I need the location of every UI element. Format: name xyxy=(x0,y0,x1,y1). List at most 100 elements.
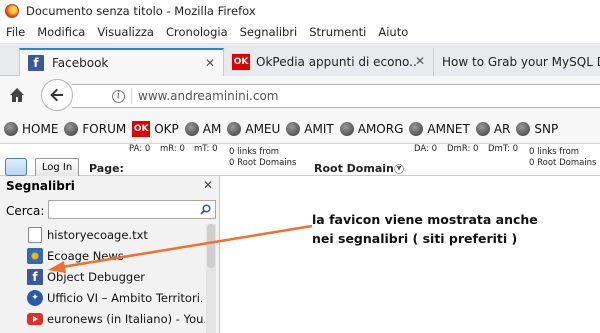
ecoage-icon xyxy=(27,247,43,264)
seo-toolbar: Log In Page: PA: 0 mR: 0 mT: 0 0 links f… xyxy=(0,144,600,178)
bookmark-item[interactable]: euronews (in Italiano) - You... xyxy=(0,308,205,329)
bookmark-amit[interactable]: AMIT xyxy=(286,121,334,136)
navigation-bar: i www.andreaminini.com xyxy=(0,76,600,114)
pa-value: PA: 0 xyxy=(129,144,151,154)
globe-icon xyxy=(227,121,242,136)
bookmark-item[interactable]: historyecoage.txt xyxy=(0,224,205,245)
mt-value: mT: 0 xyxy=(194,144,218,154)
close-icon[interactable]: ✕ xyxy=(203,178,213,192)
ok-icon: OK xyxy=(232,54,250,70)
bookmark-home[interactable]: HOME xyxy=(4,121,59,136)
menu-aiuto[interactable]: Aiuto xyxy=(378,25,408,39)
bookmark-label: AMIT xyxy=(304,121,334,136)
bookmark-label: euronews (in Italiano) - You... xyxy=(47,311,205,326)
annotation-line: nei segnalibri ( siti preferiti ) xyxy=(312,231,518,246)
tab-label: Facebook xyxy=(52,56,109,70)
mr-value: mR: 0 xyxy=(160,144,185,154)
bookmark-okp[interactable]: OK OKP xyxy=(132,120,179,137)
home-icon[interactable] xyxy=(8,86,26,104)
bookmark-ar[interactable]: AR xyxy=(475,121,511,136)
bookmark-label: Ufficio VI – Ambito Territori... xyxy=(47,290,202,305)
bookmark-label: historyecoage.txt xyxy=(47,227,148,242)
bookmark-label: AM xyxy=(202,121,222,136)
login-button[interactable]: Log In xyxy=(35,158,79,178)
bookmark-item[interactable]: f Object Debugger xyxy=(0,266,205,287)
bookmark-label: AMEU xyxy=(245,121,281,136)
close-icon[interactable]: ✕ xyxy=(205,56,215,70)
globe-icon xyxy=(409,121,424,136)
menu-segnalibri[interactable]: Segnalibri xyxy=(240,25,298,39)
ok-icon: OK xyxy=(132,120,151,137)
bookmark-label: AMNET xyxy=(427,121,470,136)
menu-bar: File Modifica Visualizza Cronologia Segn… xyxy=(0,21,600,42)
search-icon xyxy=(200,204,211,215)
bookmark-item[interactable]: Ecoage News xyxy=(0,245,205,266)
url-bar[interactable]: i www.andreaminini.com xyxy=(72,84,600,108)
bookmark-am[interactable]: AM xyxy=(184,121,222,136)
globe-icon xyxy=(475,121,490,136)
bookmark-label: OKP xyxy=(154,121,179,136)
tab-label: OkPedia appunti di econo... xyxy=(256,55,416,69)
root-domain-label: Root Domain xyxy=(314,162,394,175)
youtube-icon xyxy=(27,312,43,325)
annotation-line: la favicon viene mostrata anche xyxy=(312,212,538,227)
bookmarks-sidebar: Segnalibri ✕ Cerca: historyecoage.txt Ec… xyxy=(0,176,220,333)
links-from: 0 links from xyxy=(529,147,580,157)
bookmark-label: AR xyxy=(493,121,511,136)
tab-strip: f Facebook ✕ OK OkPedia appunti di econo… xyxy=(0,43,600,76)
menu-visualizza[interactable]: Visualizza xyxy=(97,25,154,39)
bookmark-amorg[interactable]: AMORG xyxy=(339,121,404,136)
globe-icon xyxy=(516,121,531,136)
window-title: Documento senza titolo - Mozilla Firefox xyxy=(26,3,256,18)
search-label: Cerca: xyxy=(6,204,45,218)
back-arrow-icon xyxy=(50,88,63,102)
menu-cronologia[interactable]: Cronologia xyxy=(166,25,228,39)
menu-modifica[interactable]: Modifica xyxy=(37,25,85,39)
bookmark-label: HOME xyxy=(22,121,59,136)
tab-okpedia[interactable]: OK OkPedia appunti di econo... ✕ xyxy=(224,48,434,76)
bookmark-list: historyecoage.txt Ecoage News f Object D… xyxy=(0,224,205,329)
document-icon xyxy=(28,226,42,243)
sidebar-scrollbar[interactable] xyxy=(206,224,216,333)
tab-facebook[interactable]: f Facebook ✕ xyxy=(19,48,224,76)
facebook-icon: f xyxy=(28,55,44,71)
globe-icon xyxy=(339,121,354,136)
back-button[interactable] xyxy=(41,79,73,111)
url-text[interactable]: www.andreaminini.com xyxy=(138,89,278,103)
title-bar: Documento senza titolo - Mozilla Firefox xyxy=(0,0,600,21)
close-icon[interactable]: ✕ xyxy=(415,54,425,68)
page-label: Page: xyxy=(89,162,124,175)
bookmarks-toolbar: HOME FORUM OK OKP AM AMEU AMIT AMORG AMNE… xyxy=(0,114,600,144)
dropdown-icon[interactable]: ▼ xyxy=(394,164,404,174)
bookmark-item[interactable]: ✦ Ufficio VI – Ambito Territori... xyxy=(0,287,205,308)
dmt-value: DmT: 0 xyxy=(488,144,519,154)
bookmark-label: AMORG xyxy=(357,121,404,136)
dmr-value: DmR: 0 xyxy=(447,144,479,154)
menu-file[interactable]: File xyxy=(6,25,25,39)
globe-icon xyxy=(4,121,18,136)
bookmark-snp[interactable]: SNP xyxy=(516,121,559,136)
info-icon[interactable]: i xyxy=(112,89,125,103)
bookmark-label: FORUM xyxy=(82,121,127,136)
annotation-text: la favicon viene mostrata anche nei segn… xyxy=(312,210,538,248)
bookmark-forum[interactable]: FORUM xyxy=(64,121,127,136)
bookmark-ameu[interactable]: AMEU xyxy=(227,121,281,136)
url-divider xyxy=(131,88,132,104)
links-from: 0 links from xyxy=(229,147,280,157)
government-icon: ✦ xyxy=(27,289,43,306)
root-domains: 0 Root Domains xyxy=(229,158,297,168)
scrollbar-thumb[interactable] xyxy=(207,224,215,268)
mail-icon[interactable] xyxy=(5,158,27,176)
bookmark-label: Object Debugger xyxy=(47,269,146,284)
sidebar-title: Segnalibri xyxy=(6,179,75,193)
root-domains: 0 Root Domains xyxy=(529,158,597,168)
menu-strumenti[interactable]: Strumenti xyxy=(309,25,366,39)
da-value: DA: 0 xyxy=(414,144,438,154)
bookmark-amnet[interactable]: AMNET xyxy=(409,121,470,136)
bookmark-label: Ecoage News xyxy=(47,248,124,263)
globe-icon xyxy=(184,121,199,136)
bookmark-label: SNP xyxy=(534,121,559,136)
firefox-icon xyxy=(5,3,19,18)
search-input[interactable] xyxy=(48,200,216,219)
tab-mysql[interactable]: How to Grab your MySQL Dat xyxy=(434,48,600,76)
